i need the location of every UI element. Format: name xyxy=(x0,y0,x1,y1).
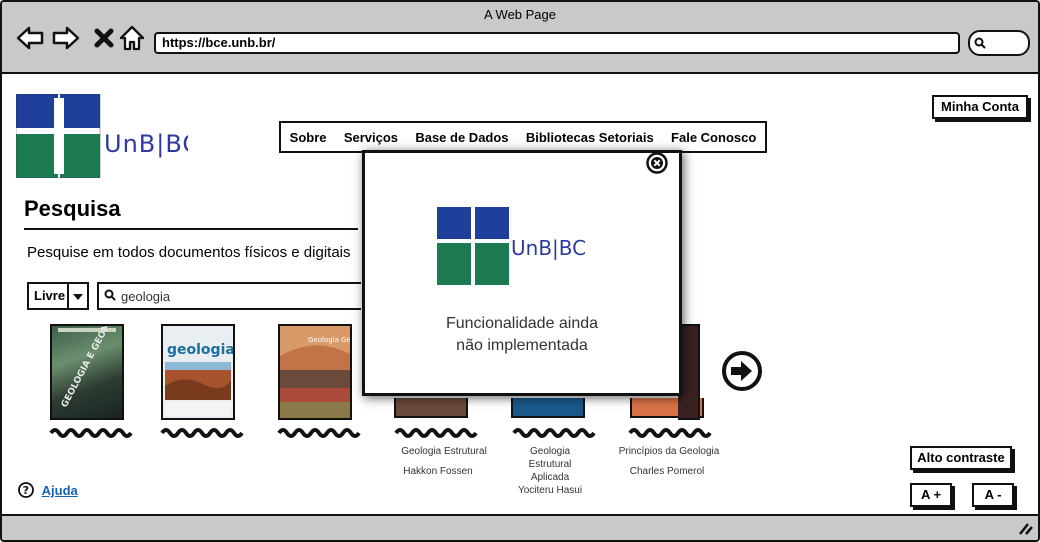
book-title-6[interactable]: Princípios da Geologia xyxy=(614,445,724,458)
stop-x-icon[interactable] xyxy=(90,24,118,52)
font-decrease-button[interactable]: A - xyxy=(972,483,1014,507)
book-title-5[interactable]: Geologia Estrutural Aplicada xyxy=(512,445,588,484)
browser-statusbar xyxy=(2,514,1038,540)
popup-message-line-2: não implementada xyxy=(456,337,588,354)
url-bar[interactable]: https://bce.unb.br/ xyxy=(154,32,960,54)
scribble-placeholder xyxy=(628,428,712,438)
popup-message-line-1: Funcionalidade ainda xyxy=(445,315,599,332)
back-arrow-icon[interactable] xyxy=(16,24,44,52)
book-author-6: Charles Pomerol xyxy=(629,466,705,477)
book-cover-3[interactable]: Geologia Geral xyxy=(278,324,352,420)
search-mode-dropdown[interactable]: Livre xyxy=(27,282,89,310)
font-increase-button[interactable]: A + xyxy=(910,483,952,507)
book-cover-4[interactable] xyxy=(394,398,468,418)
menu-item-bibliotecas-setoriais[interactable]: Bibliotecas Setoriais xyxy=(522,130,658,145)
help-link[interactable]: Ajuda xyxy=(42,483,78,498)
main-menu: Sobre Serviços Base de Dados Bibliotecas… xyxy=(279,121,767,153)
search-subtitle: Pesquise em todos documentos físicos e d… xyxy=(27,244,351,261)
scribble-placeholder xyxy=(277,428,361,438)
scribble-placeholder xyxy=(49,428,133,438)
browser-search-field[interactable] xyxy=(968,30,1030,56)
home-icon[interactable] xyxy=(118,24,146,52)
svg-text:UnB|BCE: UnB|BCE xyxy=(104,130,188,158)
scribble-placeholder xyxy=(512,428,596,438)
help-question-icon: ? xyxy=(18,482,34,498)
help-link-group: ? Ajuda xyxy=(18,482,78,498)
unb-bce-logo: UnB|BCE xyxy=(16,94,188,178)
menu-item-sobre[interactable]: Sobre xyxy=(286,130,331,145)
account-button[interactable]: Minha Conta xyxy=(932,95,1028,119)
svg-text:Geologia Geral: Geologia Geral xyxy=(308,336,350,344)
scribble-placeholder xyxy=(394,428,478,438)
search-icon xyxy=(974,37,986,49)
book-cover-3-art: Geologia Geral xyxy=(280,326,350,418)
browser-window: A Web Page https://bce.unb.br/ UnB|B Sob… xyxy=(0,0,1040,542)
book-cover-1-art: GEOLOGIA E GEOMORFOLOGIA xyxy=(58,326,122,409)
svg-text:GEOLOGIA E GEOMORFOLOGIA: GEOLOGIA E GEOMORFOLOGIA xyxy=(60,326,122,409)
book-cover-1[interactable]: GEOLOGIA E GEOMORFOLOGIA xyxy=(50,324,124,420)
forward-arrow-icon[interactable] xyxy=(52,24,80,52)
book-cover-2[interactable]: geologia xyxy=(161,324,235,420)
scribble-placeholder xyxy=(160,428,244,438)
chevron-down-icon xyxy=(73,294,83,300)
menu-item-fale-conosco[interactable]: Fale Conosco xyxy=(667,130,760,145)
svg-text:geologia: geologia xyxy=(167,342,233,358)
resize-grip-icon[interactable] xyxy=(1018,522,1034,536)
search-icon xyxy=(104,289,116,301)
book-cover-5[interactable] xyxy=(511,398,585,418)
page-title: Pesquisa xyxy=(24,196,121,221)
high-contrast-button[interactable]: Alto contraste xyxy=(910,446,1012,470)
window-title: A Web Page xyxy=(483,7,557,22)
book-cover-2-art: geologia xyxy=(165,342,233,416)
not-implemented-popup: UnB|BCE Funcionalidade ainda não impleme… xyxy=(362,150,682,396)
menu-item-base-de-dados[interactable]: Base de Dados xyxy=(411,130,512,145)
browser-titlebar: A Web Page https://bce.unb.br/ xyxy=(2,2,1038,74)
popup-logo: UnB|BCE xyxy=(437,207,587,285)
book-author-4: Hakkon Fossen xyxy=(403,466,473,477)
dropdown-arrow[interactable] xyxy=(67,284,87,308)
search-mode-value: Livre xyxy=(34,288,66,303)
close-icon[interactable] xyxy=(646,152,668,174)
svg-text:?: ? xyxy=(23,484,29,497)
search-query: geologia xyxy=(121,289,171,304)
carousel-next-arrow-icon[interactable] xyxy=(721,350,763,392)
book-author-5: Yociteru Hasui xyxy=(517,485,583,496)
popup-message: Funcionalidade ainda não implementada xyxy=(365,313,679,357)
search-input[interactable]: geologia xyxy=(97,282,361,310)
svg-text:UnB|BCE: UnB|BCE xyxy=(511,236,587,260)
title-divider xyxy=(24,228,358,230)
book-title-4[interactable]: Geologia Estrutural xyxy=(388,445,500,458)
menu-item-servicos[interactable]: Serviços xyxy=(340,130,402,145)
